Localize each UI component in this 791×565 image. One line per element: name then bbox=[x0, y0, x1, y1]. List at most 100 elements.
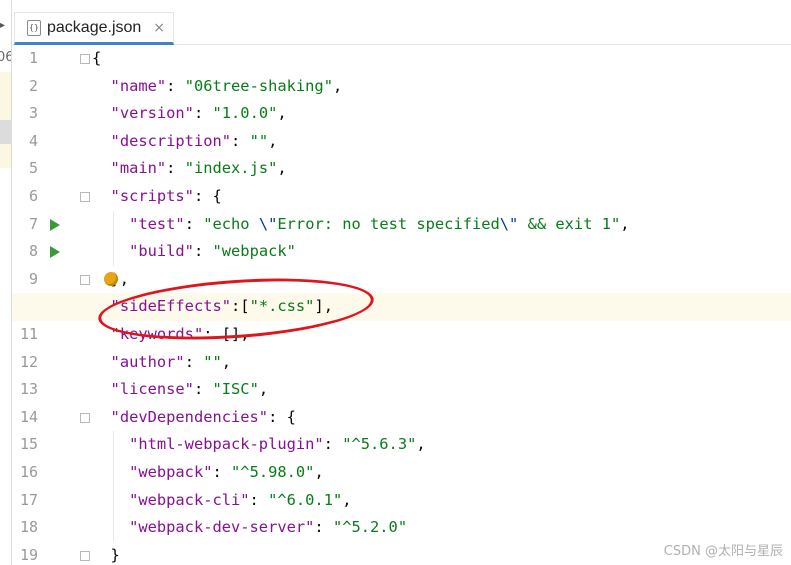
line-number: 17 bbox=[19, 490, 38, 509]
code-line: "webpack-dev-server": "^5.2.0" bbox=[92, 514, 407, 542]
code-token: "06tree-shaking" bbox=[184, 76, 333, 95]
code-token: "^5.6.3" bbox=[342, 435, 417, 454]
code-token: : { bbox=[268, 407, 296, 426]
code-token: , bbox=[620, 214, 630, 233]
code-token: \" bbox=[499, 214, 519, 233]
code-token: , bbox=[314, 463, 324, 481]
code-token: , bbox=[277, 159, 287, 178]
code-token: , bbox=[221, 352, 232, 371]
fold-marker-icon[interactable] bbox=[80, 550, 90, 561]
code-token: , bbox=[416, 435, 426, 454]
tree-row-selected bbox=[0, 120, 11, 144]
code-token: , bbox=[258, 380, 269, 399]
line-number: 9 bbox=[28, 269, 38, 288]
code-line: "webpack-cli": "^6.0.1", bbox=[92, 487, 352, 515]
code-token: "author" bbox=[110, 352, 185, 371]
code-token: \" bbox=[258, 214, 278, 233]
line-number: 4 bbox=[28, 131, 38, 150]
code-token: "html-webpack-plugin" bbox=[129, 435, 324, 454]
code-token: "name" bbox=[110, 76, 167, 95]
code-token: , bbox=[277, 104, 287, 123]
code-token: "echo bbox=[203, 214, 259, 233]
project-name-fragment: 06 bbox=[0, 50, 11, 65]
code-token: "ISC" bbox=[212, 380, 259, 399]
tree-row-highlight bbox=[0, 72, 11, 120]
code-line: "description": "", bbox=[92, 128, 278, 156]
fold-marker-icon[interactable] bbox=[80, 412, 90, 423]
code-line: "scripts": { bbox=[92, 183, 222, 211]
code-token: "version" bbox=[110, 104, 194, 123]
code-token: "1.0.0" bbox=[212, 104, 278, 123]
indent-guide bbox=[112, 431, 114, 542]
code-token: "main" bbox=[110, 159, 167, 178]
code-token: , bbox=[268, 131, 278, 150]
code-token: : bbox=[166, 76, 185, 95]
code-line: { bbox=[92, 45, 101, 73]
fold-marker-icon[interactable] bbox=[80, 54, 90, 64]
code-line: "name": "06tree-shaking", bbox=[92, 73, 343, 101]
code-line: "test": "echo \"Error: no test specified… bbox=[92, 211, 630, 239]
line-number: 6 bbox=[28, 187, 38, 205]
code-line: "build": "webpack" bbox=[92, 238, 296, 266]
close-icon[interactable]: × bbox=[153, 20, 165, 36]
run-script-icon[interactable] bbox=[50, 246, 60, 259]
code-token: Error: no test specified bbox=[277, 214, 500, 233]
code-token: "webpack-dev-server" bbox=[129, 518, 315, 537]
code-token: : bbox=[193, 380, 213, 399]
project-panel-strip[interactable]: ▸ 06 bbox=[0, 0, 12, 565]
fold-marker-icon[interactable] bbox=[80, 274, 90, 285]
run-script-icon[interactable] bbox=[50, 218, 60, 231]
code-token: : bbox=[314, 518, 333, 537]
intention-bulb-icon[interactable] bbox=[104, 271, 118, 286]
code-token: "webpack" bbox=[212, 242, 296, 261]
code-token: , bbox=[342, 490, 352, 509]
code-line: } bbox=[92, 542, 120, 565]
code-token: "" bbox=[249, 131, 269, 150]
collapse-arrow-icon[interactable]: ▸ bbox=[0, 20, 5, 31]
line-number: 19 bbox=[19, 545, 38, 564]
code-token: "license" bbox=[110, 380, 194, 399]
code-token: "devDependencies" bbox=[110, 407, 269, 426]
code-token: : bbox=[323, 435, 343, 454]
code-token: : bbox=[212, 463, 232, 481]
code-line: "author": "", bbox=[92, 349, 232, 377]
tree-row-highlight bbox=[0, 144, 11, 168]
line-number: 3 bbox=[28, 104, 38, 123]
watermark: CSDN @太阳与星辰 bbox=[663, 544, 783, 559]
json-file-icon: {} bbox=[27, 19, 41, 36]
code-token: : bbox=[166, 159, 185, 178]
line-number: 16 bbox=[19, 463, 38, 481]
code-line: "license": "ISC", bbox=[92, 376, 269, 404]
line-number: 8 bbox=[28, 242, 38, 261]
tab-package-json[interactable]: {} package.json × bbox=[14, 12, 174, 45]
code-token: : bbox=[184, 214, 204, 233]
line-number: 12 bbox=[19, 352, 38, 371]
line-number: 7 bbox=[28, 214, 38, 233]
code-token: : { bbox=[193, 187, 222, 205]
code-token: && exit 1" bbox=[518, 214, 621, 233]
code-line: "html-webpack-plugin": "^5.6.3", bbox=[92, 431, 426, 459]
line-number: 13 bbox=[19, 380, 38, 399]
fold-marker-icon[interactable] bbox=[80, 192, 90, 202]
code-token: "" bbox=[203, 352, 222, 371]
code-token: "scripts" bbox=[110, 187, 194, 205]
code-line: "version": "1.0.0", bbox=[92, 100, 287, 128]
code-token: } bbox=[92, 545, 120, 564]
line-number: 2 bbox=[28, 76, 38, 95]
code-token: "index.js" bbox=[184, 159, 278, 178]
code-token: "^6.0.1" bbox=[268, 490, 343, 509]
line-number: 1 bbox=[28, 49, 38, 67]
code-token: : bbox=[193, 242, 213, 261]
